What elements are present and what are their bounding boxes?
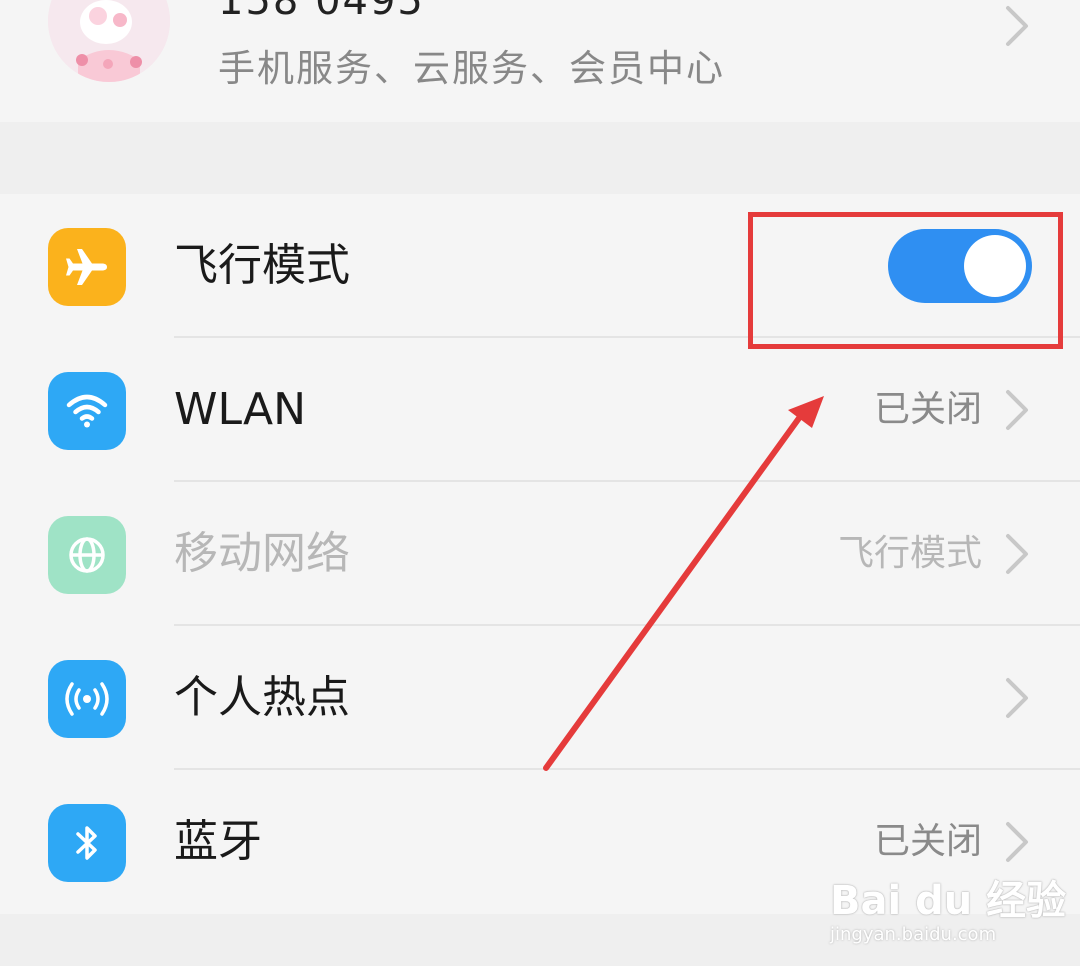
chevron-right-icon bbox=[1006, 534, 1028, 574]
watermark-brand: Bai du 经验 bbox=[830, 878, 1067, 924]
setting-label: 飞行模式 bbox=[174, 240, 350, 291]
setting-row-wlan[interactable]: WLAN 已关闭 bbox=[0, 338, 1080, 482]
globe-icon bbox=[48, 516, 126, 594]
chevron-right-icon bbox=[1006, 822, 1028, 862]
setting-value: 已关闭 bbox=[873, 821, 982, 862]
airplane-icon bbox=[48, 228, 126, 306]
section-gap bbox=[0, 122, 1080, 194]
setting-label: 个人热点 bbox=[174, 672, 350, 723]
chevron-right-icon bbox=[1006, 678, 1028, 718]
bluetooth-icon bbox=[48, 804, 126, 882]
setting-row-hotspot[interactable]: 个人热点 bbox=[0, 626, 1080, 770]
avatar bbox=[48, 0, 170, 82]
setting-label: 移动网络 bbox=[174, 528, 350, 579]
chevron-right-icon bbox=[1006, 390, 1028, 430]
setting-row-mobile-network[interactable]: 移动网络 飞行模式 bbox=[0, 482, 1080, 626]
setting-value: 飞行模式 bbox=[837, 533, 982, 574]
hotspot-icon bbox=[48, 660, 126, 738]
setting-value: 已关闭 bbox=[873, 389, 982, 430]
account-subtitle: 手机服务、云服务、会员中心 bbox=[218, 47, 725, 90]
watermark-url: jingyan.baidu.com bbox=[830, 924, 997, 945]
wifi-icon bbox=[48, 372, 126, 450]
baidu-watermark: Bai du 经验 jingyan.baidu.com bbox=[830, 868, 1066, 960]
setting-label: WLAN bbox=[174, 384, 307, 435]
annotation-highlight-box bbox=[748, 212, 1063, 349]
chevron-right-icon bbox=[1006, 6, 1028, 46]
account-number: 158 0495 bbox=[218, 0, 425, 24]
account-card[interactable]: 158 0495 手机服务、云服务、会员中心 bbox=[0, 0, 1080, 122]
setting-label: 蓝牙 bbox=[174, 816, 262, 867]
